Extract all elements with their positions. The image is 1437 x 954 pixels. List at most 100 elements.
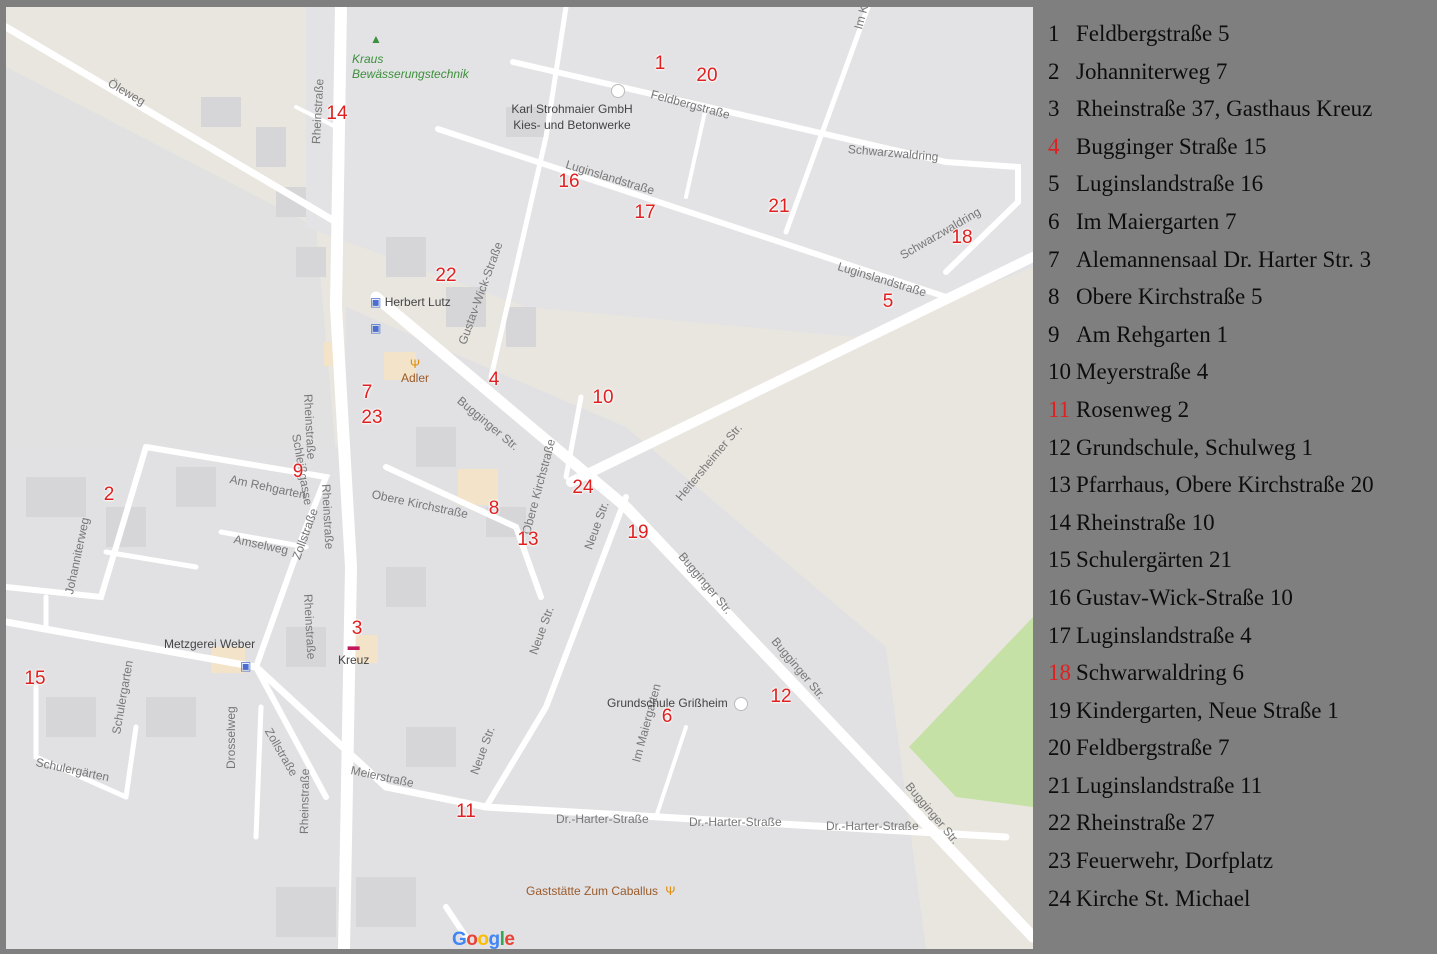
- legend-item-number: 15: [1048, 547, 1071, 573]
- poi-metzgerei-weber[interactable]: Metzgerei Weber ▣: [164, 637, 255, 673]
- street-label: Dr.-Harter-Straße: [689, 815, 782, 829]
- legend-item-label: Johanniterweg 7: [1076, 58, 1228, 84]
- map-marker-15[interactable]: 15: [24, 668, 45, 690]
- map-marker-8[interactable]: 8: [489, 498, 500, 520]
- legend-item: 14 Rheinstraße 10: [1048, 504, 1433, 542]
- map-marker-21[interactable]: 21: [768, 196, 789, 218]
- legend-item-number: 10: [1048, 359, 1071, 385]
- legend-item-label: Grundschule, Schulweg 1: [1076, 434, 1313, 460]
- poi-herbert-lutz[interactable]: ▣ Herbert Lutz: [370, 295, 451, 309]
- legend-item: 12 Grundschule, Schulweg 1: [1048, 429, 1433, 467]
- legend-item: 5 Luginslandstraße 16: [1048, 165, 1433, 203]
- legend-item-number: 19: [1048, 697, 1071, 723]
- legend-item: 15 Schulergärten 21: [1048, 541, 1433, 579]
- map-marker-22[interactable]: 22: [435, 265, 456, 287]
- legend-item-number: 18: [1048, 660, 1071, 686]
- legend-item-number: 14: [1048, 509, 1071, 535]
- map-marker-17[interactable]: 17: [634, 202, 655, 224]
- legend-item-label: Obere Kirchstraße 5: [1076, 284, 1263, 310]
- map-marker-1[interactable]: 1: [655, 53, 666, 75]
- map-marker-9[interactable]: 9: [293, 461, 304, 483]
- legend-item-number: 24: [1048, 885, 1071, 911]
- map-canvas[interactable]: Öleweg Rheinstraße Feldbergstraße Schwar…: [6, 7, 1033, 949]
- legend-item-number: 21: [1048, 772, 1071, 798]
- legend-item: 13 Pfarrhaus, Obere Kirchstraße 20: [1048, 466, 1433, 504]
- legend-item-label: Luginslandstraße 4: [1076, 622, 1252, 648]
- legend-item-label: Rheinstraße 10: [1076, 509, 1215, 535]
- shopping-bag-icon: ▣: [370, 295, 382, 309]
- legend-item: 10 Meyerstraße 4: [1048, 353, 1433, 391]
- map-marker-14[interactable]: 14: [326, 103, 347, 125]
- legend-item: 24 Kirche St. Michael: [1048, 880, 1433, 918]
- street-label: Dr.-Harter-Straße: [826, 819, 919, 833]
- legend-item-number: 23: [1048, 848, 1071, 874]
- legend-item-label: Rheinstraße 27: [1076, 810, 1215, 836]
- map-marker-10[interactable]: 10: [592, 387, 613, 409]
- legend-item: 19 Kindergarten, Neue Straße 1: [1048, 692, 1433, 730]
- legend-item-label: Rosenweg 2: [1076, 396, 1190, 422]
- legend-item-number: 7: [1048, 246, 1060, 272]
- poi-strohmaier[interactable]: Karl Strohmaier GmbH Kies- und Betonwerk…: [502, 85, 642, 133]
- legend-item-label: Bugginger Straße 15: [1076, 133, 1267, 159]
- legend-item: 3 Rheinstraße 37, Gasthaus Kreuz: [1048, 90, 1433, 128]
- poi-caballus[interactable]: Gaststätte Zum Caballus Ψ: [526, 884, 675, 898]
- legend-item-label: Alemannensaal Dr. Harter Str. 3: [1076, 246, 1372, 272]
- legend-item: 1 Feldbergstraße 5: [1048, 15, 1433, 53]
- map-marker-13[interactable]: 13: [517, 529, 538, 551]
- legend-item: 18 Schwarwaldring 6: [1048, 654, 1433, 692]
- legend-item-label: Kindergarten, Neue Straße 1: [1076, 697, 1339, 723]
- map-marker-19[interactable]: 19: [627, 522, 648, 544]
- poi-kreuz[interactable]: ▬ Kreuz: [338, 639, 369, 667]
- map-marker-16[interactable]: 16: [558, 171, 579, 193]
- poi-kraus[interactable]: ▲ Kraus Bewässerungstechnik: [352, 32, 502, 82]
- legend-item-number: 9: [1048, 321, 1060, 347]
- fork-knife-icon: Ψ: [665, 884, 676, 898]
- legend-item: 7 Alemannensaal Dr. Harter Str. 3: [1048, 241, 1433, 279]
- legend-item-label: Meyerstraße 4: [1076, 359, 1209, 385]
- map-marker-23[interactable]: 23: [361, 407, 382, 429]
- legend-item-number: 20: [1048, 735, 1071, 761]
- legend-item: 8 Obere Kirchstraße 5: [1048, 278, 1433, 316]
- map-marker-5[interactable]: 5: [883, 291, 894, 313]
- map-marker-6[interactable]: 6: [662, 706, 673, 728]
- legend-item: 17 Luginslandstraße 4: [1048, 617, 1433, 655]
- map-marker-4[interactable]: 4: [489, 369, 500, 391]
- legend-item-number: 8: [1048, 284, 1060, 310]
- street-label: Dr.-Harter-Straße: [556, 812, 649, 826]
- legend-item-label: Feuerwehr, Dorfplatz: [1076, 848, 1274, 874]
- legend-item-label: Am Rehgarten 1: [1076, 321, 1229, 347]
- map-marker-3[interactable]: 3: [352, 618, 363, 640]
- legend-item-label: Rheinstraße 37, Gasthaus Kreuz: [1076, 96, 1373, 122]
- legend-item-label: Gustav-Wick-Straße 10: [1076, 584, 1293, 610]
- legend-item: 9 Am Rehgarten 1: [1048, 316, 1433, 354]
- legend-item-number: 4: [1048, 133, 1060, 159]
- map-marker-7[interactable]: 7: [362, 382, 373, 404]
- legend-item-number: 13: [1048, 472, 1071, 498]
- legend-item-number: 17: [1048, 622, 1071, 648]
- google-logo[interactable]: Google: [452, 929, 515, 949]
- map-marker-24[interactable]: 24: [572, 477, 593, 499]
- map-marker-2[interactable]: 2: [104, 484, 115, 506]
- shopping-bag-icon: ▣: [240, 659, 252, 673]
- legend-item-label: Im Maiergarten 7: [1076, 208, 1237, 234]
- legend-item-number: 11: [1048, 396, 1071, 422]
- map-marker-12[interactable]: 12: [770, 686, 791, 708]
- map-marker-11[interactable]: 11: [456, 801, 476, 823]
- legend-item-label: Luginslandstraße 16: [1076, 171, 1264, 197]
- map-marker-18[interactable]: 18: [951, 227, 972, 249]
- map-marker-20[interactable]: 20: [696, 65, 717, 87]
- street-label: Rheinstraße: [297, 768, 313, 835]
- legend-item-number: 22: [1048, 810, 1071, 836]
- legend-item: 20 Feldbergstraße 7: [1048, 729, 1433, 767]
- legend-item: 22 Rheinstraße 27: [1048, 804, 1433, 842]
- legend-item-number: 2: [1048, 58, 1060, 84]
- building-icon: [735, 697, 748, 710]
- legend-item-label: Feldbergstraße 5: [1076, 21, 1230, 46]
- legend-list: 1 Feldbergstraße 5 2 Johanniterweg 7 3 Rheins…: [1048, 15, 1433, 917]
- poi-grundschule[interactable]: Grundschule Grißheim: [607, 696, 748, 710]
- building-icon: [612, 85, 624, 97]
- legend-item-number: 16: [1048, 584, 1071, 610]
- poi-adler[interactable]: Ψ Adler: [401, 357, 429, 385]
- legend-item-number: 6: [1048, 208, 1060, 234]
- legend-item-label: Kirche St. Michael: [1076, 885, 1251, 911]
